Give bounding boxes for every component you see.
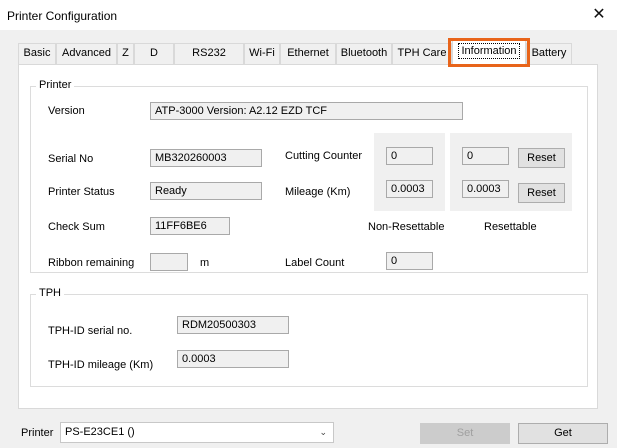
close-icon[interactable]: ✕ — [581, 0, 617, 30]
version-label: Version — [48, 105, 85, 117]
tph-group: TPH TPH-ID serial no. RDM20500303 TPH-ID… — [30, 287, 588, 387]
reset-cutting-counter-button[interactable]: Reset — [518, 148, 565, 168]
printer-status-label: Printer Status — [48, 186, 115, 198]
tab-z[interactable]: Z — [117, 43, 134, 64]
window-title: Printer Configuration — [7, 9, 118, 23]
serial-no-field: MB320260003 — [150, 149, 262, 167]
active-tab-highlight — [448, 38, 530, 67]
tph-serial-label: TPH-ID serial no. — [48, 325, 133, 337]
tab-basic[interactable]: Basic — [18, 43, 56, 64]
tph-mileage-field: 0.0003 — [177, 350, 289, 368]
non-resettable-label: Non-Resettable — [368, 221, 445, 233]
cutting-counter-label: Cutting Counter — [285, 150, 363, 162]
non-resettable-box — [374, 133, 445, 211]
tph-mileage-label: TPH-ID mileage (Km) — [48, 359, 154, 371]
printer-group: Printer Version ATP-3000 Version: A2.12 … — [30, 79, 588, 273]
label-count-label: Label Count — [285, 257, 345, 269]
tab-advanced[interactable]: Advanced — [56, 43, 117, 64]
information-panel: Printer Version ATP-3000 Version: A2.12 … — [18, 64, 598, 409]
tab-wifi[interactable]: Wi-Fi — [244, 43, 280, 64]
tph-group-title: TPH — [36, 287, 64, 299]
printer-select-value: PS-E23CE1 () — [65, 426, 135, 438]
printer-configuration-window: Printer Configuration ✕ Basic Advanced Z… — [0, 0, 617, 448]
set-button[interactable]: Set — [420, 423, 510, 444]
tab-bluetooth[interactable]: Bluetooth — [336, 43, 392, 64]
printer-status-field: Ready — [150, 182, 262, 200]
version-field: ATP-3000 Version: A2.12 EZD TCF — [150, 102, 463, 120]
serial-no-label: Serial No — [48, 153, 94, 165]
check-sum-field: 11FF6BE6 — [150, 217, 230, 235]
mileage-nonreset-field: 0.0003 — [386, 180, 433, 198]
tph-serial-field: RDM20500303 — [177, 316, 289, 334]
ribbon-unit: m — [200, 257, 210, 269]
tab-battery[interactable]: Battery — [526, 43, 572, 64]
mileage-reset-field: 0.0003 — [462, 180, 509, 198]
cutting-counter-nonreset-field: 0 — [386, 147, 433, 165]
get-button[interactable]: Get — [518, 423, 608, 444]
printer-select[interactable]: PS-E23CE1 () ⌄ — [60, 422, 334, 443]
label-count-field: 0 — [386, 252, 433, 270]
printer-group-title: Printer — [36, 79, 75, 91]
cutting-counter-reset-field: 0 — [462, 147, 509, 165]
check-sum-label: Check Sum — [48, 221, 105, 233]
ribbon-remaining-label: Ribbon remaining — [48, 257, 135, 269]
printer-select-label: Printer — [21, 427, 54, 439]
tab-d[interactable]: D — [134, 43, 174, 64]
resettable-label: Resettable — [484, 221, 537, 233]
ribbon-remaining-field — [150, 253, 188, 271]
tab-ethernet[interactable]: Ethernet — [280, 43, 336, 64]
reset-mileage-button[interactable]: Reset — [518, 183, 565, 203]
title-bar: Printer Configuration ✕ — [0, 0, 617, 30]
chevron-down-icon: ⌄ — [319, 427, 327, 437]
mileage-label: Mileage (Km) — [285, 186, 351, 198]
tab-rs232[interactable]: RS232 — [174, 43, 244, 64]
tab-tph-care[interactable]: TPH Care — [392, 43, 452, 64]
